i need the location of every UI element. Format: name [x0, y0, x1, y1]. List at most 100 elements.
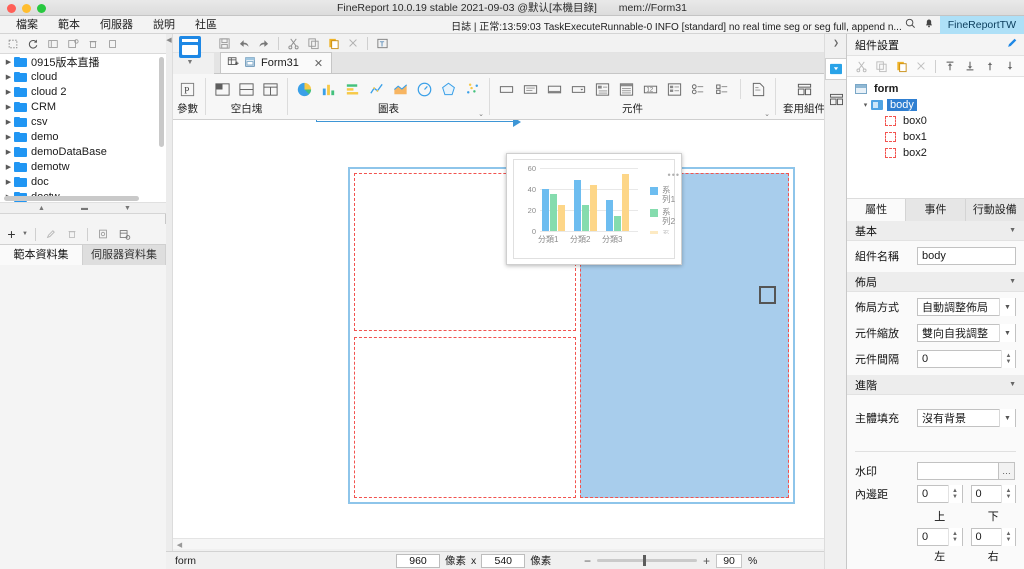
bar-chart-icon[interactable] — [343, 80, 362, 99]
cut-icon[interactable] — [284, 35, 302, 52]
cut-icon[interactable] — [852, 58, 870, 75]
radar-chart-icon[interactable] — [439, 80, 458, 99]
menu-item-file[interactable]: 檔案 — [6, 16, 48, 34]
paste-icon[interactable] — [324, 35, 342, 52]
delete-icon[interactable] — [84, 35, 102, 52]
line-chart-icon[interactable] — [367, 80, 386, 99]
padding-left-input[interactable]: 0 ▲ ▼ — [917, 528, 963, 546]
watermark-more-button[interactable]: … — [999, 462, 1015, 480]
canvas-height-input[interactable]: 540 — [481, 553, 526, 568]
chevron-down-icon[interactable]: ▼ — [999, 324, 1015, 342]
edit-connection-icon[interactable] — [64, 35, 82, 52]
designer-logo[interactable]: ▼ — [175, 34, 205, 74]
splitter-up-icon[interactable]: ▲ — [38, 205, 45, 212]
chevron-down-icon[interactable]: ▾ — [860, 100, 871, 111]
bell-icon[interactable] — [920, 18, 938, 32]
delete-icon[interactable] — [63, 226, 81, 243]
widget-gap-spinner[interactable]: 0 ▲ ▼ — [917, 350, 1016, 368]
padding-bottom-input[interactable]: 0 ▲ ▼ — [970, 485, 1016, 503]
zoom-value-input[interactable]: 90 — [716, 553, 743, 568]
undo-icon[interactable] — [235, 35, 253, 52]
dataset-tree-item[interactable]: ▶ csv — [0, 114, 166, 129]
chevron-down-icon[interactable]: ▼ — [999, 409, 1015, 427]
move-bottom-icon[interactable] — [961, 58, 979, 75]
chevron-right-icon[interactable]: ▶ — [3, 116, 14, 127]
chevron-down-icon[interactable]: ▼ — [1009, 227, 1016, 234]
component-name-input[interactable]: body — [917, 247, 1016, 265]
tab-events[interactable]: 事件 — [906, 199, 966, 221]
chevron-right-icon[interactable]: ▶ — [3, 101, 14, 112]
section-header-advanced[interactable]: 進階 ▼ — [847, 375, 1024, 395]
tab-mobile[interactable]: 行動設備 — [966, 199, 1024, 221]
dataset-tree-item[interactable]: ▶ demotw — [0, 159, 166, 174]
redo-icon[interactable] — [255, 35, 273, 52]
body-fill-select[interactable]: 沒有背景 ▼ — [917, 409, 1016, 427]
edit-pencil-icon[interactable] — [42, 226, 60, 243]
chevron-right-icon[interactable]: ▶ — [3, 176, 14, 187]
tab-properties[interactable]: 屬性 — [847, 199, 907, 221]
padding-top-input[interactable]: 0 ▲ ▼ — [917, 485, 963, 503]
component-tree-item-box0[interactable]: box0 — [847, 113, 1024, 129]
save-icon[interactable] — [215, 35, 233, 52]
radio-group-icon[interactable] — [689, 80, 708, 99]
copy-icon[interactable] — [304, 35, 322, 52]
combo-box-icon[interactable] — [569, 80, 588, 99]
tree-combo-icon[interactable] — [665, 80, 684, 99]
widget-scaling-select[interactable]: 雙向自我調整 ▼ — [917, 324, 1016, 342]
dataset-tree-item[interactable]: ▶ doc — [0, 174, 166, 189]
spinner-arrows-icon[interactable]: ▲ ▼ — [1001, 485, 1015, 503]
form-canvas[interactable]: 60 40 20 0 分類1 分類2 分類3 系列1 系列2 ••• ◀ — [173, 120, 846, 549]
dataset-tree-vscrollbar[interactable] — [159, 57, 164, 147]
spinner-arrows-icon[interactable]: ▲ ▼ — [947, 485, 962, 503]
chevron-right-icon[interactable]: ▶ — [3, 161, 14, 172]
component-settings-icon[interactable] — [825, 58, 847, 80]
query-icon[interactable] — [115, 226, 133, 243]
chevron-right-icon[interactable]: ▶ — [3, 131, 14, 142]
chevron-down-icon[interactable]: ▼ — [999, 298, 1015, 316]
menu-item-community[interactable]: 社區 — [185, 16, 227, 34]
chevron-right-icon[interactable]: ▶ — [3, 86, 14, 97]
locale-badge[interactable]: FineReportTW — [939, 16, 1024, 34]
chevron-right-icon[interactable]: ▶ — [3, 146, 14, 157]
pie-chart-icon[interactable] — [295, 80, 314, 99]
copy-icon[interactable] — [872, 58, 890, 75]
component-tree-item-body[interactable]: ▾ body — [847, 97, 1024, 113]
gauge-chart-icon[interactable] — [415, 80, 434, 99]
search-icon[interactable] — [902, 18, 920, 32]
format-text-icon[interactable]: T — [373, 35, 391, 52]
add-caret-icon[interactable]: ▼ — [21, 226, 29, 243]
spinner-arrows-icon[interactable]: ▲ ▼ — [947, 528, 962, 546]
split-block-icon[interactable] — [237, 80, 256, 99]
refresh-icon[interactable] — [24, 35, 42, 52]
rail-collapse-icon[interactable]: ❯ — [825, 34, 847, 52]
splitter-down-icon[interactable]: ▼ — [124, 205, 131, 212]
section-header-basic[interactable]: 基本 ▼ — [847, 221, 1024, 241]
dataset-tree-item[interactable]: ▶ demo — [0, 129, 166, 144]
absolute-block-icon[interactable] — [213, 80, 232, 99]
chevron-right-icon[interactable]: ▶ — [3, 71, 14, 82]
menu-item-help[interactable]: 說明 — [143, 16, 185, 34]
text-area-icon[interactable] — [521, 80, 540, 99]
watermark-input[interactable] — [917, 462, 999, 480]
shared-component-icon[interactable] — [825, 88, 847, 110]
new-dataset-icon[interactable] — [4, 35, 22, 52]
area-chart-icon[interactable] — [391, 80, 410, 99]
move-down-icon[interactable] — [1001, 58, 1019, 75]
dataset-tree[interactable]: ▶ 0915版本直播 ▶ cloud ▶ cloud 2 ▶ CRM ▶ csv… — [0, 54, 166, 214]
spinner-arrows-icon[interactable]: ▲ ▼ — [1001, 528, 1015, 546]
column-chart-icon[interactable] — [319, 80, 338, 99]
tab-server-dataset[interactable]: 伺服器資料集 — [83, 245, 166, 265]
log-message[interactable]: 日誌 | 正常:13:59:03 TaskExecuteRunnable-0 I… — [451, 18, 902, 33]
dataset-tree-item[interactable]: ▶ CRM — [0, 99, 166, 114]
dataset-tree-hscrollbar[interactable] — [4, 196, 139, 201]
scroll-left-icon[interactable]: ◀ — [174, 541, 185, 549]
padding-right-input[interactable]: 0 ▲ ▼ — [970, 528, 1016, 546]
add-sheet-icon[interactable] — [227, 56, 239, 71]
zoom-out-button[interactable]: − — [584, 554, 591, 568]
chevron-down-icon[interactable]: ▼ — [187, 59, 194, 66]
parameter-icon[interactable]: P — [178, 80, 197, 99]
dataset-tree-item[interactable]: ▶ cloud — [0, 69, 166, 84]
preview-icon[interactable] — [94, 226, 112, 243]
canvas-width-input[interactable]: 960 — [396, 553, 440, 568]
component-tree-item-box1[interactable]: box1 — [847, 129, 1024, 145]
